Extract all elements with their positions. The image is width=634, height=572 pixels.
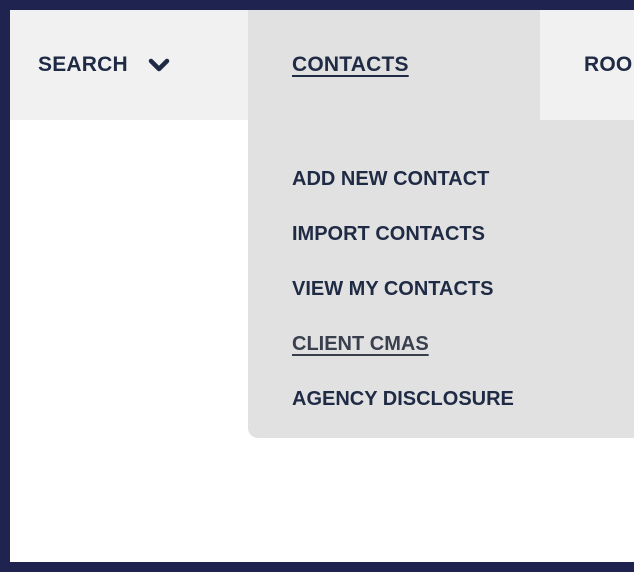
nav-contacts-menu[interactable]: CONTACTS xyxy=(248,10,540,120)
page-viewport: SEARCH CONTACTS ROO ADD NEW CONTACT IMPO… xyxy=(10,10,634,562)
contacts-menu-list: ADD NEW CONTACT IMPORT CONTACTS VIEW MY … xyxy=(292,154,514,429)
chevron-down-icon[interactable] xyxy=(148,58,170,72)
contacts-dropdown-menu: ADD NEW CONTACT IMPORT CONTACTS VIEW MY … xyxy=(248,120,634,438)
menu-item-agency-disclosure[interactable]: AGENCY DISCLOSURE xyxy=(292,374,514,429)
nav-rooms-label: ROO xyxy=(584,53,633,76)
nav-rooms-menu[interactable]: ROO xyxy=(584,10,632,120)
top-navigation-bar: SEARCH CONTACTS ROO xyxy=(10,10,634,120)
nav-search-label: SEARCH xyxy=(38,53,128,76)
nav-contacts-label: CONTACTS xyxy=(292,53,409,76)
menu-item-import-contacts[interactable]: IMPORT CONTACTS xyxy=(292,209,514,264)
menu-item-client-cmas[interactable]: CLIENT CMAS xyxy=(292,319,514,374)
menu-item-add-new-contact[interactable]: ADD NEW CONTACT xyxy=(292,154,514,209)
nav-search-menu[interactable]: SEARCH xyxy=(38,10,170,120)
menu-item-view-my-contacts[interactable]: VIEW MY CONTACTS xyxy=(292,264,514,319)
